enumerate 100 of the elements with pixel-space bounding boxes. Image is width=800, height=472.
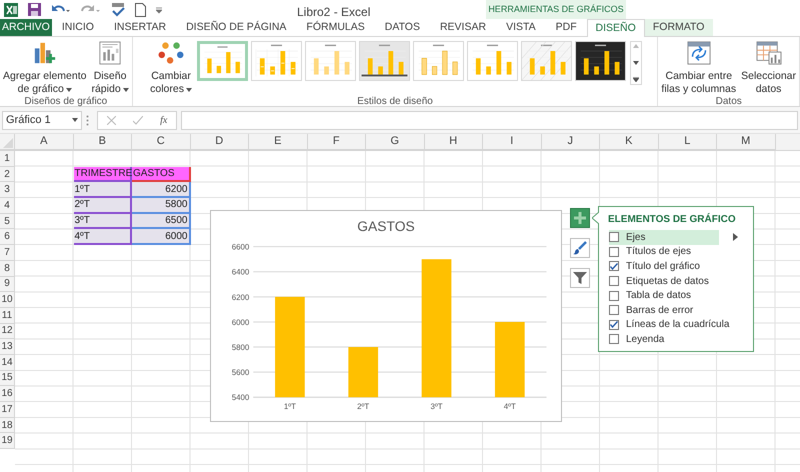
chart-tool-button[interactable] bbox=[570, 208, 590, 228]
ribbon-button[interactable]: Agregar elemento de gráfico bbox=[1, 39, 88, 96]
checkbox[interactable] bbox=[609, 276, 619, 286]
chart-style-thumbnail[interactable] bbox=[520, 41, 572, 81]
chart-style-thumbnail[interactable] bbox=[196, 41, 248, 81]
chart-layout-icon bbox=[99, 41, 122, 65]
swap-table-icon bbox=[686, 41, 711, 65]
column-header[interactable]: D bbox=[190, 134, 249, 150]
axis-tick-label: 4ºT bbox=[504, 402, 516, 412]
column-header[interactable]: I bbox=[483, 134, 542, 150]
column-header[interactable]: K bbox=[600, 134, 658, 150]
checkbox[interactable] bbox=[609, 334, 619, 344]
ribbon-tab[interactable]: DATOS bbox=[374, 19, 430, 36]
panel-item[interactable]: Barras de error bbox=[599, 302, 753, 318]
name-box[interactable]: Gráfico 1 bbox=[2, 110, 82, 130]
gallery-scroll-bar[interactable] bbox=[630, 41, 642, 85]
row-header[interactable]: 15 bbox=[0, 370, 15, 386]
chart-style-thumbnail[interactable] bbox=[358, 41, 410, 81]
column-header[interactable]: J bbox=[542, 134, 600, 150]
submenu-arrow-icon[interactable] bbox=[733, 233, 738, 242]
ribbon-tab[interactable]: ARCHIVO bbox=[0, 19, 52, 36]
checkbox[interactable] bbox=[609, 305, 619, 316]
panel-item[interactable]: Tabla de datos bbox=[599, 288, 753, 303]
ribbon-tab[interactable]: INSERTAR bbox=[104, 19, 176, 36]
row-header[interactable]: 4 bbox=[0, 198, 15, 214]
checkbox[interactable] bbox=[609, 246, 619, 257]
spreadsheet-app-icon[interactable] bbox=[4, 2, 18, 16]
row-header[interactable]: 11 bbox=[0, 308, 15, 324]
insert-function-button[interactable]: fx bbox=[160, 112, 168, 128]
row-header[interactable]: 19 bbox=[0, 433, 15, 450]
column-header[interactable]: G bbox=[366, 134, 424, 150]
color-dots-icon bbox=[158, 41, 184, 65]
row-header[interactable]: 6 bbox=[0, 229, 15, 246]
ribbon-group-label: Datos bbox=[714, 96, 743, 109]
chart-style-thumbnail[interactable] bbox=[304, 41, 356, 81]
column-header[interactable]: F bbox=[308, 134, 366, 150]
chart-style-thumbnail[interactable] bbox=[574, 41, 626, 81]
column-header[interactable]: H bbox=[424, 134, 483, 150]
row-header[interactable]: 14 bbox=[0, 354, 15, 371]
row-header[interactable]: 1 bbox=[0, 151, 15, 167]
chart-tool-button[interactable] bbox=[570, 268, 590, 288]
checkbox[interactable] bbox=[609, 290, 619, 301]
panel-item[interactable]: Líneas de la cuadrícula bbox=[599, 318, 753, 332]
table-cell: 4ºT bbox=[74, 229, 132, 246]
ribbon-button[interactable]: Cambiar entre filas y columnas bbox=[659, 39, 738, 96]
row-header[interactable]: 7 bbox=[0, 245, 15, 261]
chart-style-thumbnail[interactable] bbox=[250, 41, 302, 81]
ribbon-tab[interactable]: VISTA bbox=[496, 19, 546, 36]
table-chart-icon bbox=[756, 41, 782, 65]
axis-tick-label: 6200 bbox=[232, 292, 250, 302]
column-header[interactable]: C bbox=[132, 134, 190, 150]
column-header[interactable]: E bbox=[249, 134, 308, 150]
ribbon-tab[interactable]: FÓRMULAS bbox=[296, 19, 375, 36]
ribbon-button[interactable]: Diseño rápido bbox=[89, 39, 131, 96]
drag-handle-icon[interactable] bbox=[86, 114, 89, 126]
row-header[interactable]: 9 bbox=[0, 276, 15, 292]
spellcheck-icon[interactable] bbox=[111, 2, 125, 16]
chart-style-thumbnail[interactable] bbox=[412, 41, 464, 81]
column-header[interactable]: A bbox=[15, 134, 74, 150]
brush-icon bbox=[573, 241, 587, 255]
check-icon[interactable] bbox=[132, 116, 143, 124]
ribbon-tab[interactable]: DISEÑO DE PÁGINA bbox=[176, 19, 296, 36]
row-header[interactable]: 12 bbox=[0, 324, 15, 340]
column-header[interactable]: B bbox=[74, 134, 132, 150]
panel-item[interactable]: Títulos de ejes bbox=[599, 244, 753, 260]
axis-tick-label: 3ºT bbox=[430, 402, 443, 412]
chart-style-thumbnail[interactable] bbox=[466, 41, 518, 81]
row-header[interactable]: 8 bbox=[0, 260, 15, 276]
panel-item[interactable]: Título del gráfico bbox=[599, 259, 753, 274]
panel-item[interactable]: Etiquetas de datos bbox=[599, 274, 753, 288]
customize-toolbar-icon[interactable] bbox=[156, 6, 162, 14]
axis-tick-label: 6400 bbox=[232, 268, 250, 277]
ribbon-tab[interactable]: INICIO bbox=[52, 19, 104, 36]
ribbon-tab[interactable]: FORMATO bbox=[644, 19, 713, 36]
checkbox[interactable] bbox=[609, 232, 619, 242]
row-header[interactable]: 5 bbox=[0, 214, 15, 230]
row-header[interactable]: 13 bbox=[0, 339, 15, 355]
axis-tick-label: 5800 bbox=[232, 343, 250, 352]
ribbon-button[interactable]: Cambiar colores bbox=[148, 39, 194, 96]
ribbon-tab[interactable]: REVISAR bbox=[430, 19, 496, 36]
column-header[interactable]: L bbox=[658, 134, 717, 150]
save-icon[interactable] bbox=[28, 3, 41, 16]
chart-area[interactable]: GASTOS 5400 5600 5800 6000 6200 6400 6600 1ºT 2ºT 3ºT 4ºT bbox=[210, 210, 562, 422]
row-header[interactable]: 10 bbox=[0, 292, 15, 308]
row-header[interactable]: 18 bbox=[0, 418, 15, 434]
column-header[interactable]: M bbox=[717, 134, 776, 150]
row-header[interactable]: 17 bbox=[0, 402, 15, 418]
new-document-icon[interactable] bbox=[135, 2, 146, 16]
row-header[interactable]: 16 bbox=[0, 386, 15, 402]
panel-item[interactable]: Leyenda bbox=[599, 332, 753, 347]
row-header[interactable]: 2 bbox=[0, 166, 15, 182]
checkbox[interactable] bbox=[609, 261, 619, 272]
ribbon-tab[interactable]: PDF bbox=[546, 19, 587, 36]
ribbon-button[interactable]: Seleccionar datos bbox=[739, 39, 798, 96]
checkbox[interactable] bbox=[609, 320, 619, 330]
caret-icon[interactable] bbox=[72, 118, 78, 122]
formula-field[interactable] bbox=[181, 110, 798, 130]
row-header[interactable]: 3 bbox=[0, 182, 15, 198]
chart-tool-button[interactable] bbox=[570, 238, 590, 258]
ribbon-tab[interactable]: DISEÑO bbox=[586, 19, 645, 37]
